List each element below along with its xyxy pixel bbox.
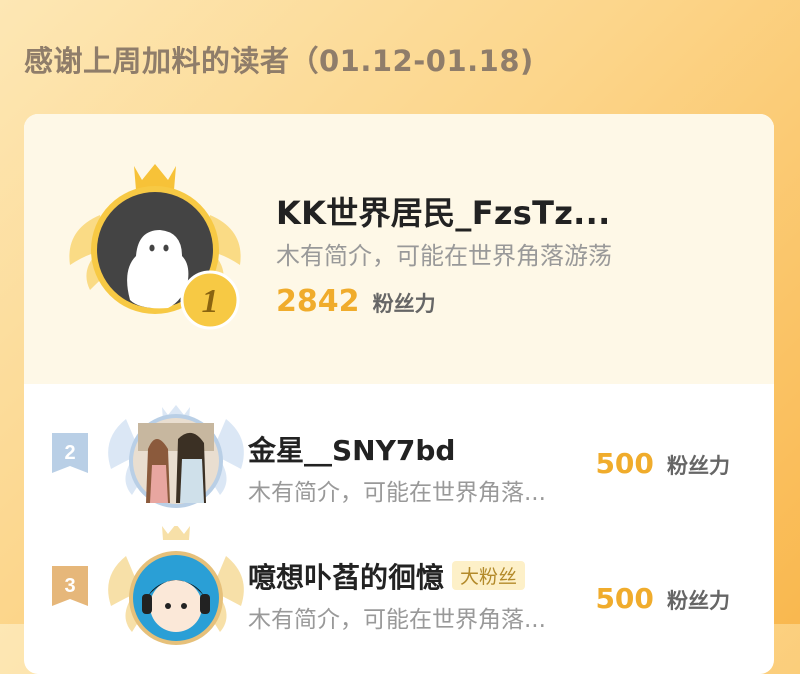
- fans-count: 500: [595, 447, 654, 480]
- rank-3-flag: 3: [52, 566, 88, 606]
- rank-1-badge: 1: [69, 164, 241, 330]
- fans-count: 500: [595, 582, 654, 615]
- list-item[interactable]: 2 金星__SNY7bd 木有简介，可能在世界角落... 500 粉丝力: [24, 399, 774, 529]
- reader-list-card: 1 KK世界居民_FzsTz... 木有简介，可能在世界角落游荡 2842 粉丝…: [24, 114, 774, 674]
- reader-name[interactable]: 噫想卟萏的徊憶: [248, 561, 444, 594]
- rank-number: 1: [202, 283, 219, 320]
- avatar[interactable]: [96, 399, 256, 519]
- reader-name[interactable]: KK世界居民_FzsTz...: [276, 188, 611, 234]
- avatar[interactable]: [96, 526, 256, 646]
- fans-label: 粉丝力: [667, 589, 730, 613]
- reader-fans: 500 粉丝力: [595, 582, 730, 615]
- reader-name-row: 噫想卟萏的徊憶 大粉丝: [248, 556, 526, 596]
- fans-label: 粉丝力: [372, 292, 436, 316]
- reader-bio: 木有简介，可能在世界角落...: [248, 480, 546, 506]
- page-title: 感谢上周加料的读者（01.12-01.18): [24, 44, 534, 78]
- list-item[interactable]: 3 噫想卟萏的徊憶 大粉丝 木有简介，可能在世界角落... 500 粉丝力: [24, 526, 774, 656]
- reader-name[interactable]: 金星__SNY7bd: [248, 429, 455, 469]
- rank-number: 2: [64, 442, 75, 464]
- reader-fans: 500 粉丝力: [595, 447, 730, 480]
- rank-2-flag: 2: [52, 433, 88, 473]
- reader-bio: 木有简介，可能在世界角落...: [248, 607, 546, 633]
- big-fan-badge: 大粉丝: [452, 561, 526, 590]
- reader-bio: 木有简介，可能在世界角落游荡: [276, 242, 612, 270]
- fans-count: 2842: [276, 284, 360, 319]
- reader-fans: 2842 粉丝力: [276, 284, 436, 319]
- rank-number: 3: [64, 575, 75, 597]
- fans-label: 粉丝力: [667, 454, 730, 478]
- top-reader[interactable]: 1 KK世界居民_FzsTz... 木有简介，可能在世界角落游荡 2842 粉丝…: [24, 114, 774, 384]
